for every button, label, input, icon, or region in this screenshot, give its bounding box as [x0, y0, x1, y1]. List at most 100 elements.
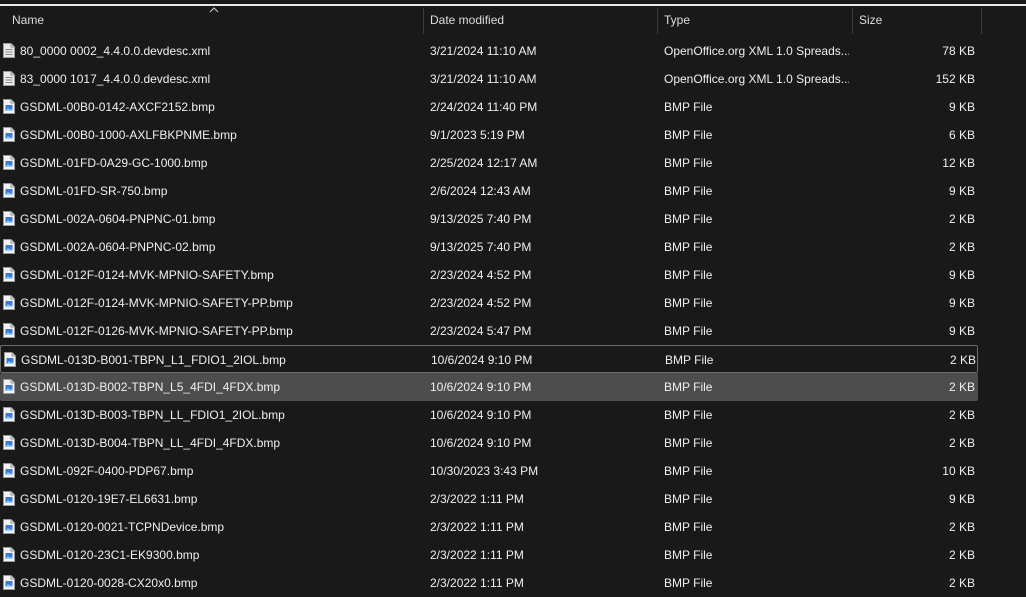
- file-row[interactable]: GSDML-0120-23C1-EK9300.bmp 2/3/2022 1:11 …: [0, 541, 1026, 569]
- file-size: 2 KB: [949, 353, 976, 367]
- file-type: BMP File: [664, 100, 713, 114]
- bmp-file-icon: [3, 267, 15, 282]
- file-row[interactable]: GSDML-012F-0126-MVK-MPNIO-SAFETY-PP.bmp 2…: [0, 317, 1026, 345]
- file-date-modified: 2/24/2024 11:40 PM: [430, 100, 538, 114]
- column-header-name[interactable]: Name: [6, 6, 422, 36]
- bmp-file-icon: [3, 155, 15, 170]
- file-size: 2 KB: [948, 520, 975, 534]
- file-size: 9 KB: [948, 324, 975, 338]
- file-name: GSDML-00B0-1000-AXLFBKPNME.bmp: [20, 128, 237, 142]
- bmp-file-icon: [3, 379, 15, 394]
- file-type: BMP File: [664, 324, 713, 338]
- file-type: OpenOffice.org XML 1.0 Spreads...: [664, 44, 849, 58]
- file-type: BMP File: [664, 492, 713, 506]
- column-header-size[interactable]: Size: [853, 6, 981, 36]
- file-name: GSDML-002A-0604-PNPNC-02.bmp: [20, 240, 216, 254]
- file-name: GSDML-002A-0604-PNPNC-01.bmp: [20, 212, 216, 226]
- file-size: 6 KB: [948, 128, 975, 142]
- file-date-modified: 2/23/2024 4:52 PM: [430, 268, 532, 282]
- file-size: 152 KB: [935, 72, 975, 86]
- file-row[interactable]: 80_0000 0002_4.4.0.0.devdesc.xml 3/21/202…: [0, 37, 1026, 65]
- bmp-file-icon: [3, 211, 15, 226]
- file-type: BMP File: [664, 464, 713, 478]
- file-type: BMP File: [664, 576, 713, 590]
- bmp-file-icon: [4, 352, 16, 367]
- file-name: GSDML-01FD-SR-750.bmp: [20, 184, 168, 198]
- file-row[interactable]: GSDML-013D-B002-TBPN_L5_4FDI_4FDX.bmp 10/…: [0, 373, 978, 401]
- file-date-modified: 3/21/2024 11:10 AM: [430, 44, 537, 58]
- file-row[interactable]: GSDML-0120-0028-CX20x0.bmp 2/3/2022 1:11 …: [0, 569, 1026, 597]
- file-name: GSDML-012F-0126-MVK-MPNIO-SAFETY-PP.bmp: [20, 324, 293, 338]
- file-name: GSDML-092F-0400-PDP67.bmp: [20, 464, 194, 478]
- file-date-modified: 3/21/2024 11:10 AM: [430, 72, 537, 86]
- file-type: BMP File: [664, 408, 713, 422]
- file-date-modified: 10/6/2024 9:10 PM: [430, 436, 532, 450]
- file-row[interactable]: GSDML-00B0-0142-AXCF2152.bmp 2/24/2024 11…: [0, 93, 1026, 121]
- file-date-modified: 2/3/2022 1:11 PM: [430, 548, 524, 562]
- file-row[interactable]: GSDML-00B0-1000-AXLFBKPNME.bmp 9/1/2023 5…: [0, 121, 1026, 149]
- file-name: 80_0000 0002_4.4.0.0.devdesc.xml: [20, 44, 211, 58]
- file-row[interactable]: GSDML-0120-19E7-EL6631.bmp 2/3/2022 1:11 …: [0, 485, 1026, 513]
- column-header-date-modified[interactable]: Date modified: [424, 6, 657, 36]
- file-type: BMP File: [664, 128, 713, 142]
- file-row[interactable]: GSDML-01FD-0A29-GC-1000.bmp 2/25/2024 12:…: [0, 149, 1026, 177]
- file-type: BMP File: [664, 240, 713, 254]
- file-size: 78 KB: [942, 44, 975, 58]
- file-size: 2 KB: [948, 240, 975, 254]
- file-type: OpenOffice.org XML 1.0 Spreads...: [664, 72, 849, 86]
- column-divider[interactable]: [981, 8, 982, 34]
- file-row[interactable]: GSDML-013D-B003-TBPN_LL_FDIO1_2IOL.bmp 10…: [0, 401, 1026, 429]
- file-row[interactable]: GSDML-012F-0124-MVK-MPNIO-SAFETY.bmp 2/23…: [0, 261, 1026, 289]
- bmp-file-icon: [3, 407, 15, 422]
- file-date-modified: 2/3/2022 1:11 PM: [430, 520, 524, 534]
- bmp-file-icon: [3, 575, 15, 590]
- file-name: GSDML-0120-19E7-EL6631.bmp: [20, 492, 198, 506]
- file-row[interactable]: GSDML-01FD-SR-750.bmp 2/6/2024 12:43 AM BM…: [0, 177, 1026, 205]
- file-row[interactable]: GSDML-012F-0124-MVK-MPNIO-SAFETY-PP.bmp 2…: [0, 289, 1026, 317]
- file-type: BMP File: [665, 353, 714, 367]
- file-name: GSDML-01FD-0A29-GC-1000.bmp: [20, 156, 208, 170]
- file-date-modified: 2/3/2022 1:11 PM: [430, 576, 524, 590]
- file-row[interactable]: 83_0000 1017_4.4.0.0.devdesc.xml 3/21/202…: [0, 65, 1026, 93]
- file-date-modified: 10/6/2024 9:10 PM: [430, 408, 532, 422]
- file-size: 9 KB: [948, 100, 975, 114]
- file-row[interactable]: GSDML-0120-0021-TCPNDevice.bmp 2/3/2022 1…: [0, 513, 1026, 541]
- file-name: GSDML-0120-0028-CX20x0.bmp: [20, 576, 198, 590]
- xml-file-icon: [3, 43, 15, 58]
- file-type: BMP File: [664, 212, 713, 226]
- bmp-file-icon: [3, 183, 15, 198]
- file-type: BMP File: [664, 548, 713, 562]
- file-date-modified: 9/1/2023 5:19 PM: [430, 128, 525, 142]
- file-type: BMP File: [664, 296, 713, 310]
- file-size: 10 KB: [942, 464, 975, 478]
- file-name: 83_0000 1017_4.4.0.0.devdesc.xml: [20, 72, 211, 86]
- file-size: 2 KB: [948, 576, 975, 590]
- bmp-file-icon: [3, 99, 15, 114]
- file-size: 9 KB: [948, 184, 975, 198]
- file-name: GSDML-013D-B003-TBPN_LL_FDIO1_2IOL.bmp: [20, 408, 285, 422]
- file-date-modified: 9/13/2025 7:40 PM: [430, 212, 532, 226]
- bmp-file-icon: [3, 435, 15, 450]
- file-name: GSDML-00B0-0142-AXCF2152.bmp: [20, 100, 215, 114]
- file-size: 2 KB: [948, 380, 975, 394]
- file-name: GSDML-013D-B002-TBPN_L5_4FDI_4FDX.bmp: [20, 380, 281, 394]
- file-size: 2 KB: [948, 212, 975, 226]
- file-row[interactable]: GSDML-013D-B001-TBPN_L1_FDIO1_2IOL.bmp 10…: [0, 345, 978, 373]
- file-size: 2 KB: [948, 436, 975, 450]
- file-row[interactable]: GSDML-092F-0400-PDP67.bmp 10/30/2023 3:43…: [0, 457, 1026, 485]
- file-name: GSDML-0120-23C1-EK9300.bmp: [20, 548, 200, 562]
- file-type: BMP File: [664, 520, 713, 534]
- bmp-file-icon: [3, 127, 15, 142]
- bmp-file-icon: [3, 463, 15, 478]
- file-type: BMP File: [664, 156, 713, 170]
- bmp-file-icon: [3, 323, 15, 338]
- column-header-type[interactable]: Type: [658, 6, 852, 36]
- file-date-modified: 9/13/2025 7:40 PM: [430, 240, 532, 254]
- file-name: GSDML-013D-B004-TBPN_LL_4FDI_4FDX.bmp: [20, 436, 281, 450]
- file-date-modified: 2/23/2024 5:47 PM: [430, 324, 532, 338]
- file-row[interactable]: GSDML-013D-B004-TBPN_LL_4FDI_4FDX.bmp 10/…: [0, 429, 1026, 457]
- file-row[interactable]: GSDML-002A-0604-PNPNC-01.bmp 9/13/2025 7:…: [0, 205, 1026, 233]
- file-name: GSDML-012F-0124-MVK-MPNIO-SAFETY-PP.bmp: [20, 296, 293, 310]
- file-type: BMP File: [664, 184, 713, 198]
- file-row[interactable]: GSDML-002A-0604-PNPNC-02.bmp 9/13/2025 7:…: [0, 233, 1026, 261]
